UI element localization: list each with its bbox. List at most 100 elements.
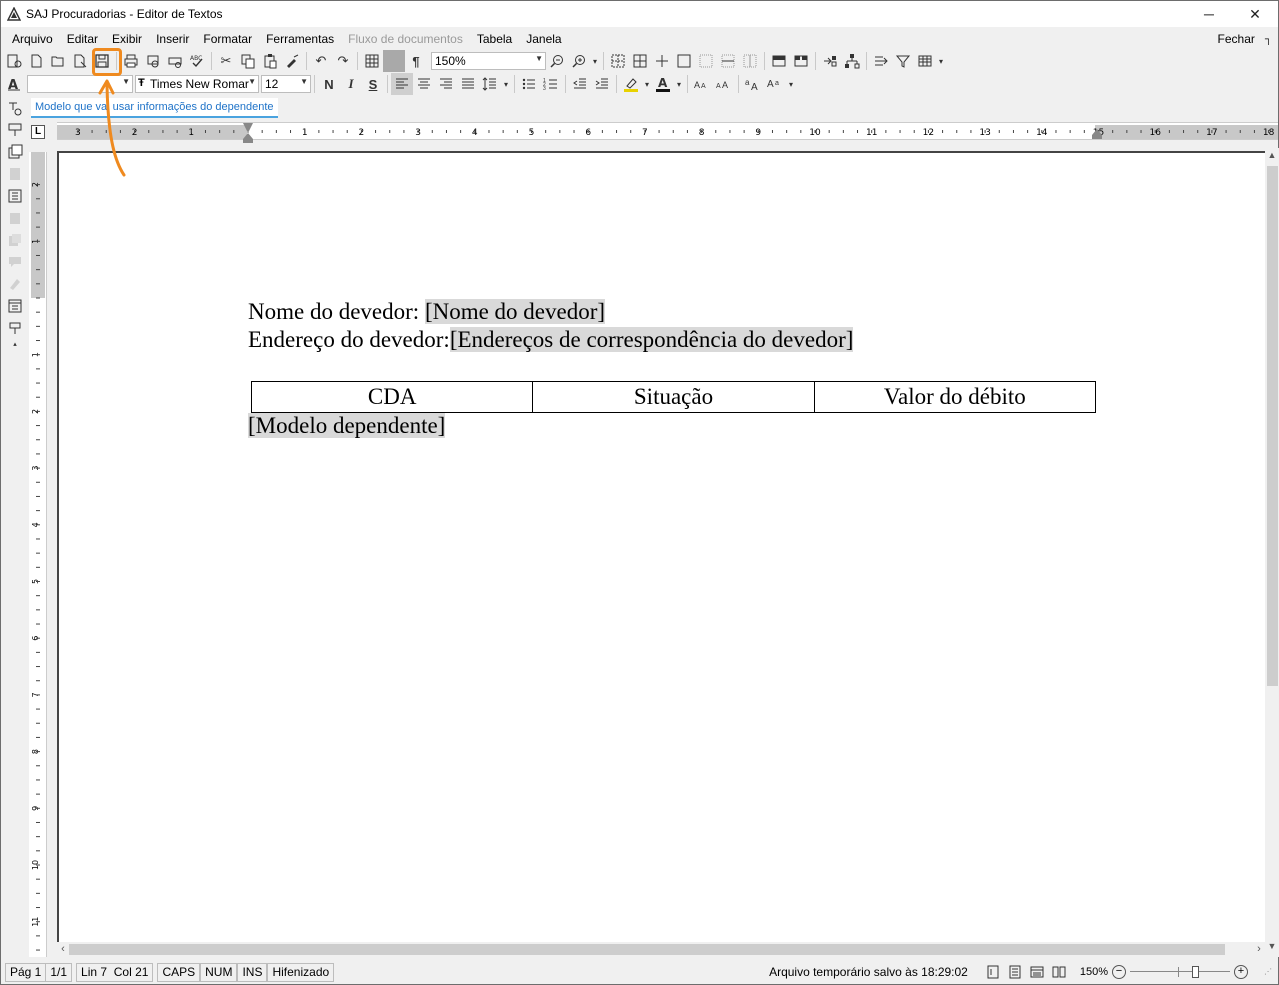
web-view-icon[interactable] xyxy=(1028,961,1046,983)
grow-font-icon[interactable]: AA xyxy=(691,73,713,95)
zoom-out-icon[interactable] xyxy=(546,50,568,72)
panel-icon[interactable] xyxy=(4,295,26,317)
merge-cells-icon[interactable] xyxy=(768,50,790,72)
table-header-cda[interactable]: CDA xyxy=(250,381,534,413)
change-case-icon[interactable]: aA xyxy=(742,73,764,95)
book-view-icon[interactable] xyxy=(1050,961,1068,983)
align-justify-icon[interactable] xyxy=(457,73,479,95)
zoom-out-circle-icon[interactable]: − xyxy=(1112,965,1126,979)
more-left-tools-chevron-icon[interactable]: ▴ xyxy=(4,339,26,349)
draft-view-icon[interactable] xyxy=(984,961,1002,983)
bullets-icon[interactable] xyxy=(518,73,540,95)
split-cells-icon[interactable] xyxy=(790,50,812,72)
vertical-scroll-thumb[interactable] xyxy=(1267,166,1278,686)
close-window-button[interactable]: ✕ xyxy=(1232,1,1278,27)
vertical-scrollbar[interactable]: ▲ ▼ xyxy=(1265,148,1279,957)
debtor-name-line[interactable]: Nome do devedor: [Nome do devedor] xyxy=(248,299,606,325)
field-tree-icon[interactable] xyxy=(841,50,863,72)
line-spacing-icon[interactable] xyxy=(479,73,501,95)
scroll-down-icon[interactable]: ▼ xyxy=(1265,941,1279,955)
close-document-button[interactable]: Fechar xyxy=(1218,32,1255,46)
table-outer-border-icon[interactable] xyxy=(673,50,695,72)
document-canvas[interactable]: Nome do devedor: [Nome do devedor] Ender… xyxy=(57,151,1265,942)
highlight-chevron-icon[interactable]: ▾ xyxy=(642,73,652,95)
zoom-combo[interactable]: 150% ▼ xyxy=(431,52,546,70)
scroll-right-icon[interactable]: › xyxy=(1253,942,1265,957)
insert-column-icon[interactable] xyxy=(739,50,761,72)
dependent-model-field[interactable]: [Modelo dependente] xyxy=(248,413,446,438)
zoom-in-circle-icon[interactable]: + xyxy=(1234,965,1248,979)
table-properties-icon[interactable] xyxy=(914,50,936,72)
debtor-address-line[interactable]: Endereço do devedor:[Endereços de corres… xyxy=(248,327,854,353)
select-table-icon[interactable] xyxy=(607,50,629,72)
new-document-icon[interactable] xyxy=(25,50,47,72)
line-spacing-chevron-icon[interactable]: ▾ xyxy=(501,73,511,95)
dependent-model-line[interactable]: [Modelo dependente] xyxy=(248,413,446,439)
insert-field-icon[interactable] xyxy=(819,50,841,72)
bold-button[interactable]: N xyxy=(318,73,340,95)
insert-clause-icon[interactable] xyxy=(4,317,26,339)
new-from-template-icon[interactable] xyxy=(3,50,25,72)
table-header-situacao[interactable]: Situação xyxy=(532,381,815,413)
minimize-button[interactable]: ─ xyxy=(1186,1,1232,27)
print-icon[interactable] xyxy=(120,50,142,72)
undo-icon[interactable]: ↶ xyxy=(310,50,332,72)
insert-table-icon[interactable] xyxy=(361,50,383,72)
font-combo[interactable]: Ŧ Times New Romar ▼ xyxy=(135,75,259,93)
open-folder-icon[interactable] xyxy=(47,50,69,72)
horizontal-scroll-thumb[interactable] xyxy=(69,944,1225,955)
zoom-in-icon[interactable] xyxy=(568,50,590,72)
zoom-slider[interactable] xyxy=(1130,965,1230,979)
decrease-indent-icon[interactable] xyxy=(569,73,591,95)
align-center-icon[interactable] xyxy=(413,73,435,95)
table-header-valor[interactable]: Valor do débito xyxy=(813,381,1097,413)
shrink-font-icon[interactable]: AA xyxy=(713,73,735,95)
menu-editar[interactable]: Editar xyxy=(60,32,105,46)
horizontal-ruler[interactable]: 321123456789101112131415161718 xyxy=(57,122,1278,143)
vertical-ruler[interactable]: 2 1 1 2 3 4 5 6 7 8 9 10 11 xyxy=(29,152,47,957)
print-setup-icon[interactable] xyxy=(164,50,186,72)
menu-ferramentas[interactable]: Ferramentas xyxy=(259,32,341,46)
more-options-chevron-icon[interactable]: ▾ xyxy=(936,50,946,72)
zoom-slider-thumb[interactable] xyxy=(1192,966,1199,978)
highlight-icon[interactable] xyxy=(620,73,642,95)
document-list-icon[interactable] xyxy=(4,141,26,163)
zoom-options-chevron-icon[interactable]: ▾ xyxy=(590,50,600,72)
pilcrow-icon[interactable]: ¶ xyxy=(405,50,427,72)
horizontal-scrollbar[interactable]: ‹ › xyxy=(57,942,1265,957)
spellcheck-icon[interactable]: ABC xyxy=(186,50,208,72)
table-inner-borders-icon[interactable] xyxy=(651,50,673,72)
field-forward-icon[interactable] xyxy=(870,50,892,72)
table-gridlines-icon[interactable] xyxy=(383,50,405,72)
resize-grip-icon[interactable]: ⋰ xyxy=(1264,967,1274,977)
restore-icon[interactable]: ┐ xyxy=(1265,34,1272,45)
paste-icon[interactable] xyxy=(259,50,281,72)
insert-paragraph-icon[interactable] xyxy=(4,119,26,141)
debts-table[interactable]: CDA Situação Valor do débito xyxy=(250,381,1097,413)
redo-icon[interactable]: ↷ xyxy=(332,50,354,72)
document-tab[interactable]: Modelo que vai usar informações do depen… xyxy=(31,98,278,118)
insert-variable-icon[interactable] xyxy=(4,97,26,119)
font-color-icon[interactable]: A xyxy=(652,73,674,95)
cut-icon[interactable]: ✂ xyxy=(215,50,237,72)
debtor-address-field[interactable]: [Endereços de correspondência do devedor… xyxy=(449,327,854,352)
tab-stop-selector[interactable]: L xyxy=(31,125,45,139)
insert-row-icon[interactable] xyxy=(717,50,739,72)
print-preview-icon[interactable] xyxy=(142,50,164,72)
menu-arquivo[interactable]: Arquivo xyxy=(5,32,60,46)
underline-button[interactable]: S xyxy=(362,73,384,95)
menu-formatar[interactable]: Formatar xyxy=(196,32,259,46)
align-left-icon[interactable] xyxy=(391,73,413,95)
styles-icon[interactable]: A xyxy=(3,73,25,95)
text-list-icon[interactable] xyxy=(4,185,26,207)
menu-janela[interactable]: Janela xyxy=(519,32,568,46)
character-options-chevron-icon[interactable]: ▾ xyxy=(786,73,796,95)
table-no-border-icon[interactable] xyxy=(695,50,717,72)
filter-fields-icon[interactable] xyxy=(892,50,914,72)
menu-inserir[interactable]: Inserir xyxy=(149,32,196,46)
debtor-name-field[interactable]: [Nome do devedor] xyxy=(424,299,606,324)
font-color-chevron-icon[interactable]: ▾ xyxy=(674,73,684,95)
increase-indent-icon[interactable] xyxy=(591,73,613,95)
scroll-up-icon[interactable]: ▲ xyxy=(1265,150,1279,164)
table-all-borders-icon[interactable] xyxy=(629,50,651,72)
